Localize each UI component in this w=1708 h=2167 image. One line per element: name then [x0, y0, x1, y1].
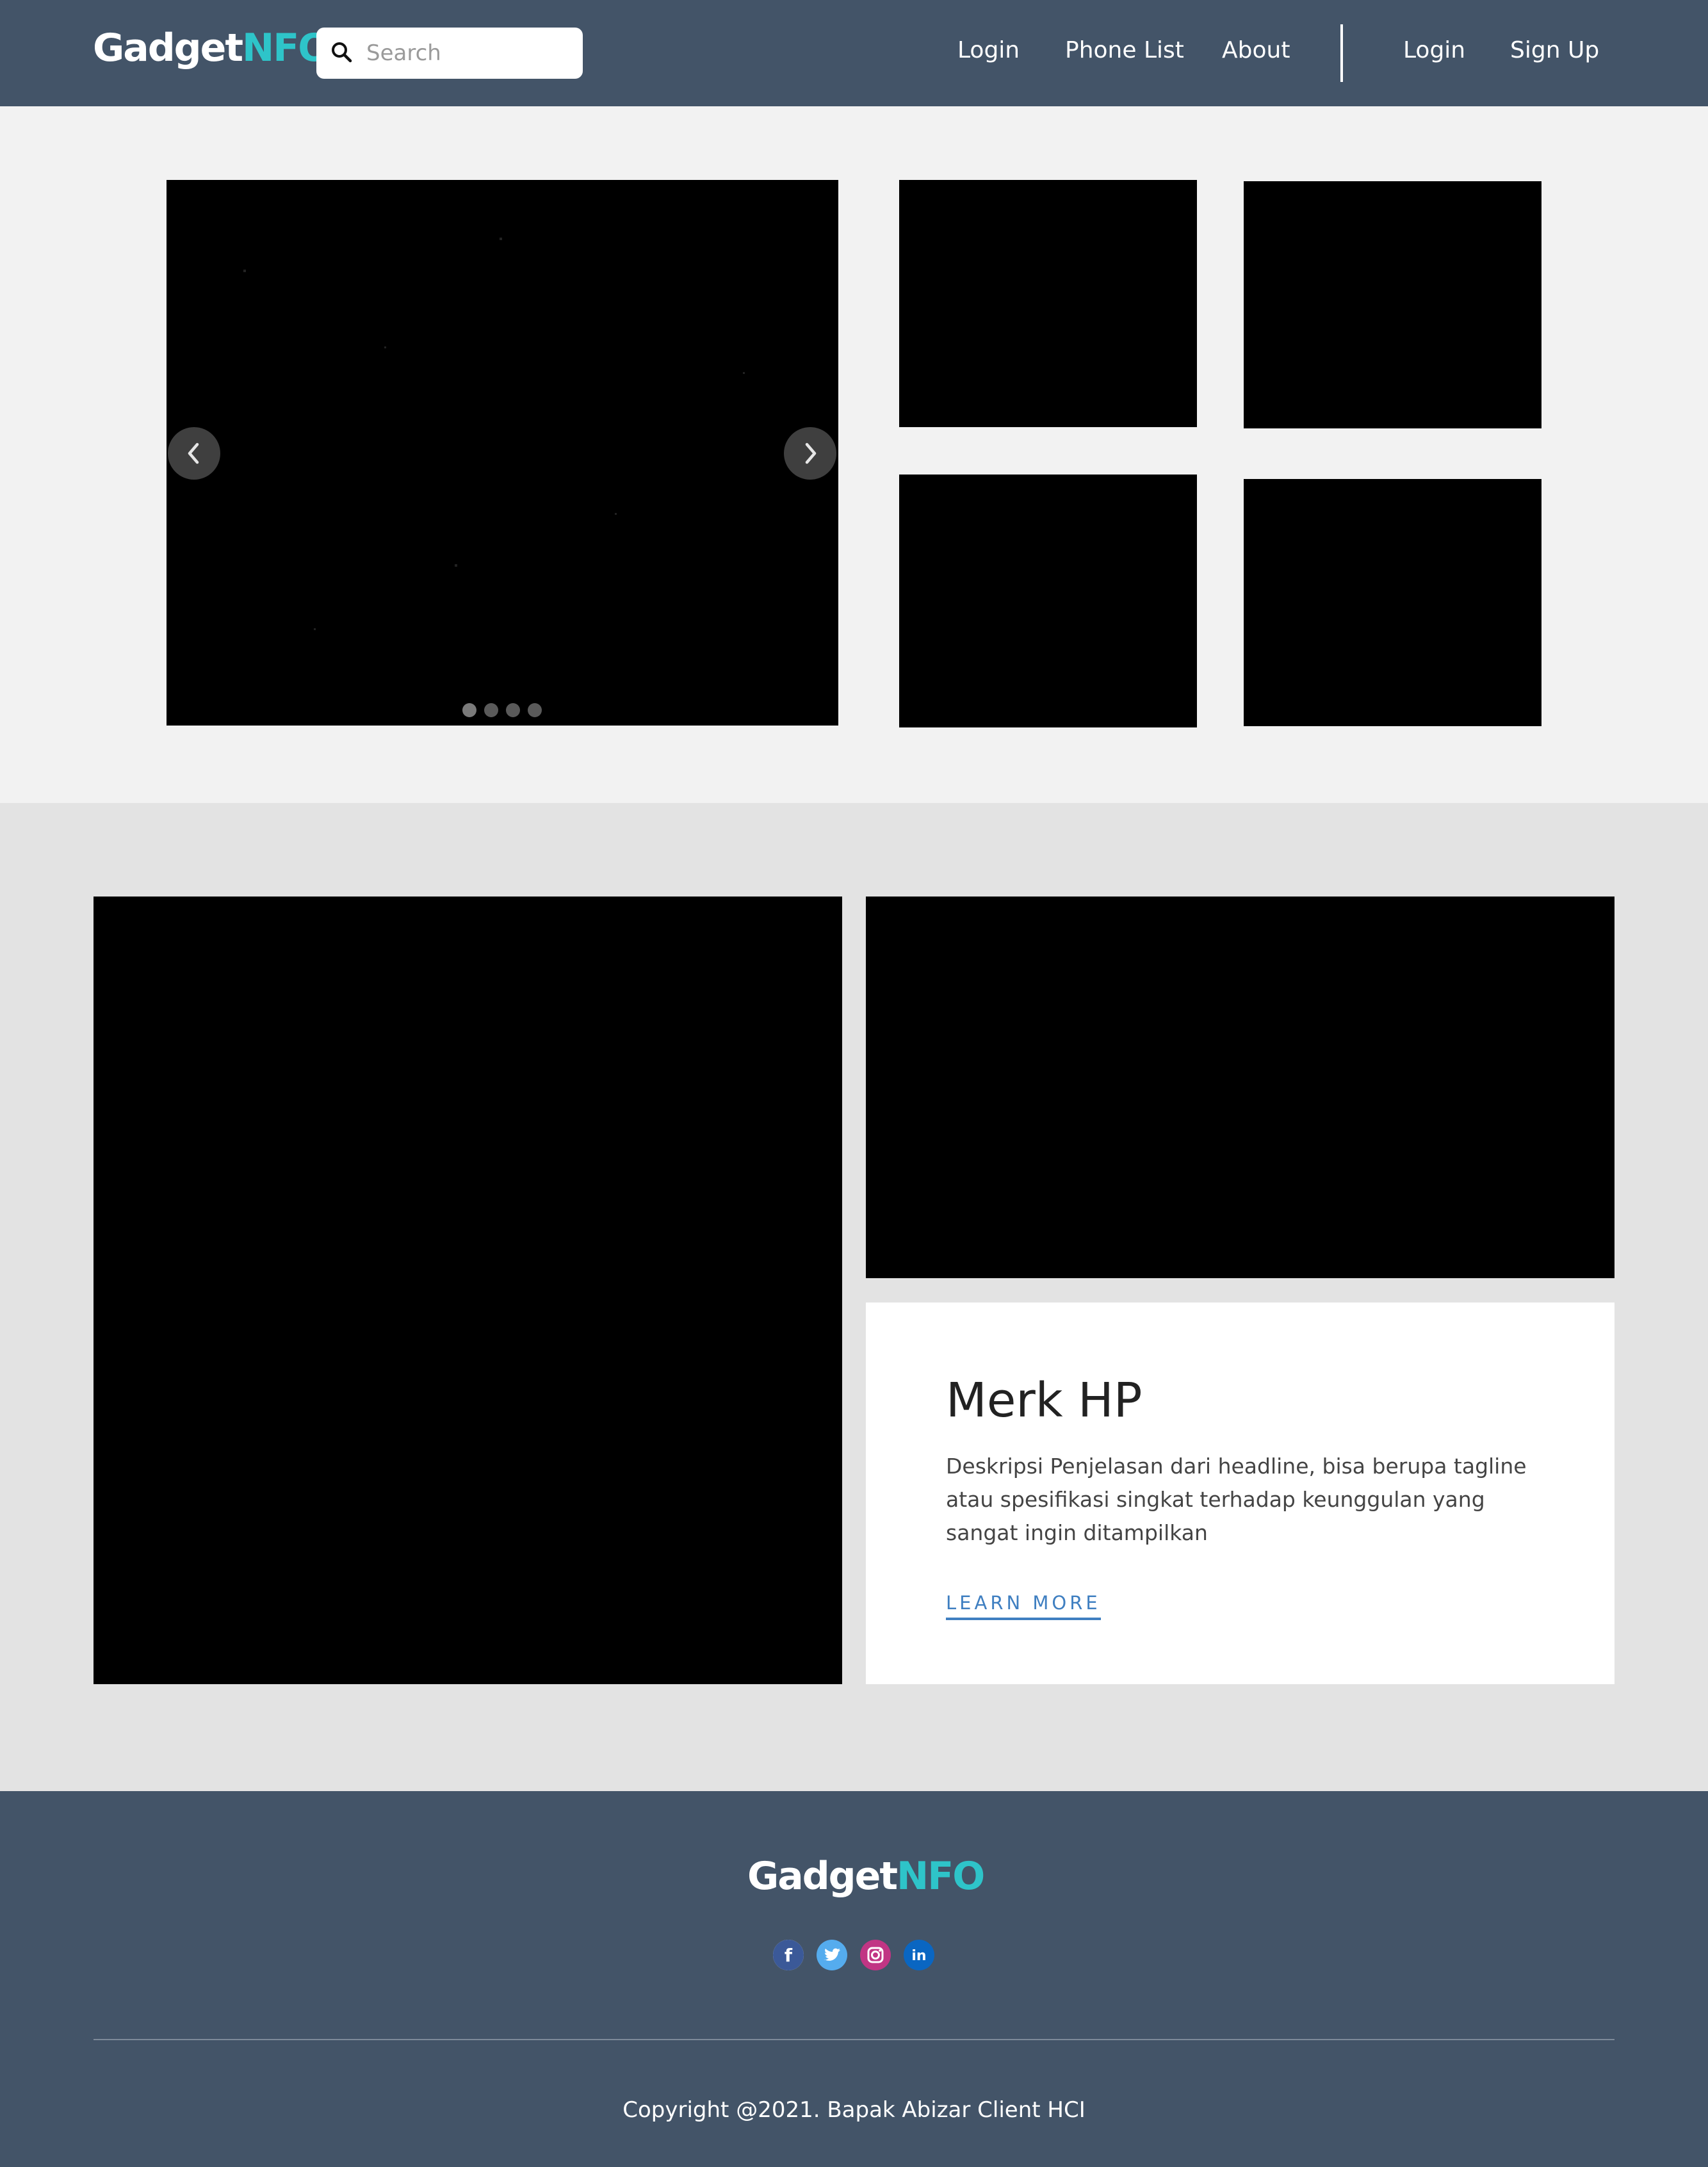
signup-link[interactable]: Sign Up	[1510, 37, 1599, 63]
navbar: GadgetNFO Login Phone List About Login S…	[0, 0, 1708, 106]
chevron-left-icon	[188, 442, 199, 464]
carousel-texture	[314, 628, 316, 630]
carousel-texture	[743, 372, 745, 374]
search-icon	[332, 42, 352, 63]
auth-login-link[interactable]: Login	[1403, 37, 1465, 63]
feature-section: Merk HP Deskripsi Penjelasan dari headli…	[0, 803, 1708, 1791]
instagram-icon[interactable]	[860, 1940, 891, 1970]
social-links: f in	[773, 1940, 934, 1970]
chevron-right-icon	[805, 442, 817, 464]
thumbnail-image[interactable]	[1244, 479, 1541, 726]
carousel-texture	[500, 238, 502, 240]
carousel-dot[interactable]	[484, 703, 498, 717]
twitter-icon[interactable]	[817, 1940, 847, 1970]
footer-brand-logo[interactable]: GadgetNFO	[747, 1854, 985, 1899]
thumbnail-image[interactable]	[1244, 181, 1541, 428]
image-carousel[interactable]	[167, 180, 838, 726]
search-box[interactable]	[316, 28, 583, 79]
carousel-texture	[615, 513, 617, 515]
learn-more-link[interactable]: LEARN MORE	[946, 1592, 1101, 1620]
feature-description: Deskripsi Penjelasan dari headline, bisa…	[946, 1454, 1527, 1545]
copyright-text: Copyright @2021. Bapak Abizar Client HCI	[622, 2097, 1086, 2123]
carousel-dot[interactable]	[462, 703, 476, 717]
footer-divider	[94, 2039, 1614, 2040]
nav-phone-list-link[interactable]: Phone List	[1065, 37, 1184, 63]
carousel-dot[interactable]	[506, 703, 520, 717]
feature-card: Merk HP Deskripsi Penjelasan dari headli…	[866, 1303, 1614, 1684]
carousel-next-button[interactable]	[784, 427, 836, 480]
svg-text:f: f	[785, 1945, 793, 1966]
nav-login-link[interactable]: Login	[957, 37, 1020, 63]
thumbnail-image[interactable]	[899, 180, 1197, 427]
carousel-texture	[384, 346, 386, 348]
linkedin-icon[interactable]: in	[904, 1940, 934, 1970]
carousel-dot[interactable]	[528, 703, 542, 717]
feature-main-image	[94, 897, 842, 1684]
feature-banner-image	[866, 897, 1614, 1278]
facebook-icon[interactable]: f	[773, 1940, 804, 1970]
carousel-texture	[243, 270, 246, 272]
carousel-prev-button[interactable]	[168, 427, 220, 480]
footer: GadgetNFO f in Copyright @2021. Bapak Ab…	[0, 1791, 1708, 2167]
brand-logo-part1: Gadget	[93, 26, 243, 70]
nav-divider	[1340, 24, 1343, 82]
footer-brand-part1: Gadget	[747, 1854, 898, 1899]
nav-about-link[interactable]: About	[1222, 37, 1290, 63]
thumbnail-image[interactable]	[899, 475, 1197, 727]
carousel-indicators	[462, 703, 542, 717]
carousel-texture	[455, 564, 457, 567]
footer-brand-part2: NFO	[897, 1854, 985, 1899]
search-input[interactable]	[366, 34, 565, 72]
brand-logo[interactable]: GadgetNFO	[93, 26, 330, 70]
svg-text:in: in	[911, 1948, 926, 1964]
feature-title: Merk HP	[946, 1373, 1143, 1428]
hero-section	[0, 106, 1708, 803]
